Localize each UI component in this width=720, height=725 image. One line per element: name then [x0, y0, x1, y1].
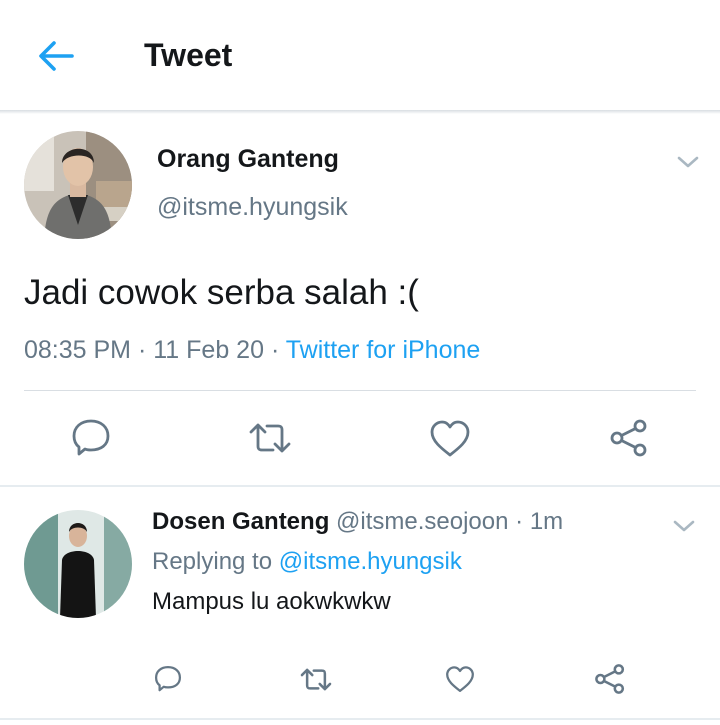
page-title: Tweet [144, 37, 233, 73]
divider [0, 485, 720, 487]
replying-to-handle-link[interactable]: @itsme.hyungsik [279, 548, 462, 575]
avatar[interactable] [24, 131, 132, 239]
reply-button[interactable] [70, 418, 112, 463]
tweet-text: Jadi cowok serba salah :( [24, 273, 419, 312]
meta-separator: · [270, 336, 280, 364]
back-button[interactable] [36, 38, 76, 74]
meta-separator: · [515, 508, 524, 535]
retweet-button[interactable] [247, 420, 293, 461]
reply-options-button[interactable] [672, 518, 696, 539]
retweet-icon [249, 423, 291, 453]
retweet-icon [300, 668, 332, 691]
chevron-down-icon [677, 156, 699, 168]
chevron-down-icon [673, 520, 695, 532]
avatar-image [24, 131, 132, 239]
divider [24, 390, 696, 391]
reply-avatar-image [24, 510, 132, 618]
tweet-meta: 08:35 PM · 11 Feb 20 · Twitter for iPhon… [24, 336, 480, 365]
share-icon [610, 419, 647, 457]
reply-author-handle[interactable]: @itsme.seojoon [336, 508, 508, 535]
comment-icon [154, 665, 182, 692]
share-button[interactable] [609, 418, 649, 463]
reply-text: Mampus lu aokwkwkw [152, 588, 391, 615]
reply-retweet-button[interactable] [299, 666, 333, 698]
replying-to: Replying to @itsme.hyungsik [152, 548, 462, 576]
reply-reply-button[interactable] [153, 665, 183, 698]
author-handle[interactable]: @itsme.hyungsik [157, 193, 348, 222]
like-button[interactable] [429, 420, 471, 463]
tweet-time: 08:35 PM [24, 336, 132, 364]
reply-like-button[interactable] [445, 666, 475, 698]
reply-header: Dosen Ganteng @itsme.seojoon · 1m [152, 508, 563, 536]
reply-avatar[interactable] [24, 510, 132, 618]
top-bar-shadow [0, 110, 720, 114]
tweet-options-button[interactable] [676, 154, 700, 175]
reply-author-name[interactable]: Dosen Ganteng [152, 508, 329, 535]
reply-time: 1m [529, 508, 564, 535]
reply-share-button[interactable] [594, 663, 626, 700]
tweet-source-link[interactable]: Twitter for iPhone [286, 336, 481, 364]
meta-separator: · [137, 336, 147, 364]
comment-icon [72, 419, 110, 456]
tweet-date: 11 Feb 20 [153, 336, 264, 364]
arrow-left-icon [39, 41, 74, 71]
top-bar: Tweet [0, 0, 720, 112]
divider [0, 718, 720, 720]
share-icon [595, 664, 625, 694]
heart-icon [446, 666, 474, 693]
author-name[interactable]: Orang Ganteng [157, 145, 339, 174]
replying-to-label: Replying to [152, 548, 273, 575]
heart-icon [430, 420, 470, 457]
